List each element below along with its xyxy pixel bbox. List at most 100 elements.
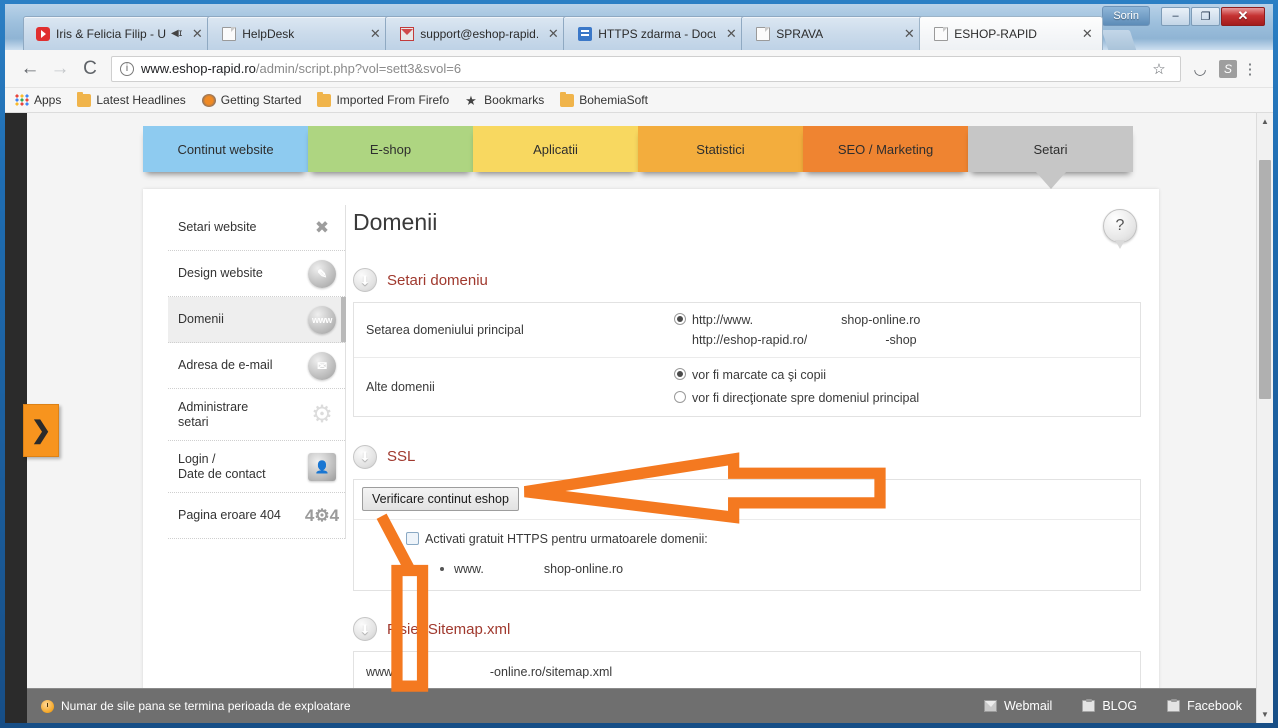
url-path: /admin/script.php?vol=sett3&svol=6 (255, 61, 462, 76)
nav-tab-label: Setari (1033, 141, 1068, 157)
tab-close-icon[interactable]: ✕ (368, 27, 382, 40)
collapse-arrow-icon[interactable]: ⬇ (353, 268, 377, 292)
new-tab-button[interactable] (1102, 30, 1137, 50)
sidebar-item-design-website[interactable]: Design website ✎ (168, 251, 345, 297)
folder-icon (317, 91, 332, 107)
reload-button[interactable]: C (75, 58, 105, 80)
nav-tab-e-shop[interactable]: E-shop (308, 126, 473, 172)
redacted-block (395, 665, 490, 679)
address-bar[interactable]: i www.eshop-rapid.ro/admin/script.php?vo… (111, 55, 1181, 82)
footer-link-blog[interactable]: BLOG (1082, 699, 1137, 713)
ssl-table: Verificare continut eshop Activati gratu… (353, 478, 1141, 591)
sidebar-item-label: Login / Date de contact (178, 452, 266, 481)
sidebar-item-administrare-setari[interactable]: Administrare setari ⚙ (168, 389, 345, 441)
minimize-button[interactable]: – (1161, 6, 1190, 26)
radio-option-primary-domain[interactable]: http://www. shop-online.ro (674, 311, 1132, 330)
bookmark-latest-headlines[interactable]: Latest Headlines (77, 91, 186, 107)
radio-option-alt-domain[interactable]: http://eshop-rapid.ro/ -shop (674, 331, 1132, 350)
help-badge[interactable]: ? (1103, 209, 1137, 249)
browser-tab-5-active[interactable]: ESHOP-RAPID ✕ (919, 16, 1104, 50)
settings-sidebar: Setari website ✖ Design website ✎ Domeni… (168, 205, 346, 539)
redacted-block (753, 311, 842, 330)
https-checkbox-row[interactable]: Activati gratuit HTTPS pentru urmatoarel… (406, 532, 708, 546)
verify-eshop-content-button[interactable]: Verificare continut eshop (362, 487, 519, 511)
bookmark-bohemiasoft[interactable]: BohemiaSoft (560, 91, 648, 107)
redacted-block (807, 331, 886, 350)
footer-link-webmail[interactable]: Webmail (983, 699, 1052, 713)
browser-tab-3[interactable]: HTTPS zdarma - Docun ✕ (563, 16, 748, 50)
domain-prefix: http://www. (692, 313, 754, 327)
primary-nav: Continut website E-shop Aplicatii Statis… (143, 126, 1133, 189)
radio-icon[interactable] (674, 313, 686, 325)
browser-tab-0[interactable]: Iris & Felicia Filip - U ◀ɪ ✕ (23, 16, 214, 50)
nav-tab-seo-marketing[interactable]: SEO / Marketing (803, 126, 968, 172)
bookmark-label: Bookmarks (484, 93, 545, 107)
nav-tab-aplicatii[interactable]: Aplicatii (473, 126, 638, 172)
section-title: Setari domeniu (387, 271, 488, 289)
scroll-down-arrow-icon[interactable]: ▼ (1257, 706, 1273, 723)
extension-icon[interactable]: S (1219, 59, 1237, 78)
folder-icon (77, 91, 92, 107)
browser-tab-1[interactable]: HelpDesk ✕ (207, 16, 392, 50)
tab-close-icon[interactable]: ✕ (1080, 27, 1094, 40)
sidebar-item-domenii[interactable]: Domenii www (168, 297, 346, 343)
firefox-icon (201, 93, 216, 107)
document-icon (934, 26, 949, 41)
back-button[interactable]: ← (15, 58, 45, 80)
collapse-arrow-icon[interactable]: ⬇ (353, 617, 377, 641)
footer-link-facebook[interactable]: Facebook (1167, 699, 1242, 713)
section-header-ssl[interactable]: ⬇ SSL (353, 444, 1141, 469)
mute-icon[interactable]: ◀ɪ (171, 28, 182, 39)
scroll-up-arrow-icon[interactable]: ▲ (1257, 113, 1273, 130)
footer-link-label: Facebook (1187, 699, 1242, 713)
browser-tab-4[interactable]: SPRAVA ✕ (741, 16, 926, 50)
admin-page: Continut website E-shop Aplicatii Statis… (27, 113, 1256, 723)
sidebar-expand-toggle[interactable]: ❯ (23, 404, 59, 457)
browser-window: Iris & Felicia Filip - U ◀ɪ ✕ HelpDesk ✕… (0, 0, 1278, 728)
tab-label: Iris & Felicia Filip - U (56, 26, 167, 41)
user-profile-chip[interactable]: Sorin (1102, 6, 1150, 26)
bookmark-bookmarks[interactable]: ★ Bookmarks (465, 93, 544, 107)
forward-button[interactable]: → (45, 58, 75, 80)
bookmark-star-icon[interactable]: ☆ (1146, 60, 1172, 78)
youtube-icon (36, 26, 50, 41)
radio-icon[interactable] (674, 368, 686, 381)
bookmark-getting-started[interactable]: Getting Started (201, 93, 301, 107)
sidebar-item-adresa-de-e-mail[interactable]: Adresa de e-mail ✉ (168, 343, 345, 389)
profile-icon[interactable]: ◡ (1187, 60, 1213, 78)
browser-tab-2[interactable]: support@eshop-rapid. ✕ (385, 16, 570, 50)
page-footer: Numar de sile pana se termina perioada d… (27, 688, 1256, 723)
chrome-menu-icon[interactable]: ⋮ (1237, 60, 1263, 78)
checkbox-icon[interactable] (406, 532, 419, 545)
bookmark-imported-from-firefox[interactable]: Imported From Firefo (317, 91, 450, 107)
nav-tab-continut-website[interactable]: Continut website (143, 126, 308, 172)
bookmark-apps[interactable]: Apps (15, 93, 61, 107)
radio-icon[interactable] (674, 391, 686, 404)
collapse-arrow-icon[interactable]: ⬇ (353, 444, 377, 469)
section-header-sitemap[interactable]: ⬇ Fisier Sitemap.xml (353, 617, 1141, 641)
section-header-domain[interactable]: ⬇ Setari domeniu (353, 268, 1141, 292)
envelope-icon (983, 700, 997, 712)
bookmark-label: Imported From Firefo (336, 93, 450, 107)
nav-tab-statistici[interactable]: Statistici (638, 126, 803, 172)
domain-suffix: shop-online.ro (841, 313, 921, 327)
content-card: Setari website ✖ Design website ✎ Domeni… (143, 189, 1159, 723)
tab-close-icon[interactable]: ✕ (190, 27, 204, 40)
tab-close-icon[interactable]: ✕ (902, 27, 916, 40)
tab-close-icon[interactable]: ✕ (546, 27, 560, 40)
maximize-button[interactable]: ❐ (1191, 6, 1220, 26)
close-button[interactable]: ✕ (1221, 6, 1265, 26)
domain-settings-table: Setarea domeniului principal http://www.… (353, 302, 1141, 417)
scrollbar-thumb[interactable] (1259, 160, 1271, 399)
tab-close-icon[interactable]: ✕ (724, 27, 738, 40)
sidebar-item-pagina-eroare-404[interactable]: Pagina eroare 404 4⚙4 (168, 493, 345, 539)
radio-option-directionate[interactable]: vor fi direcţionate spre domeniul princi… (674, 389, 1132, 407)
sidebar-item-setari-website[interactable]: Setari website ✖ (168, 205, 345, 251)
domain-suffix: -shop (885, 333, 917, 348)
nav-tab-setari[interactable]: Setari (968, 126, 1133, 189)
radio-option-marcate-copii[interactable]: vor fi marcate ca şi copii (674, 366, 1132, 384)
sidebar-item-login-date-de-contact[interactable]: Login / Date de contact 👤 (168, 441, 345, 493)
site-info-icon[interactable]: i (120, 61, 134, 76)
redacted-block (483, 562, 544, 576)
page-scrollbar[interactable]: ▲ ▼ (1256, 113, 1273, 723)
